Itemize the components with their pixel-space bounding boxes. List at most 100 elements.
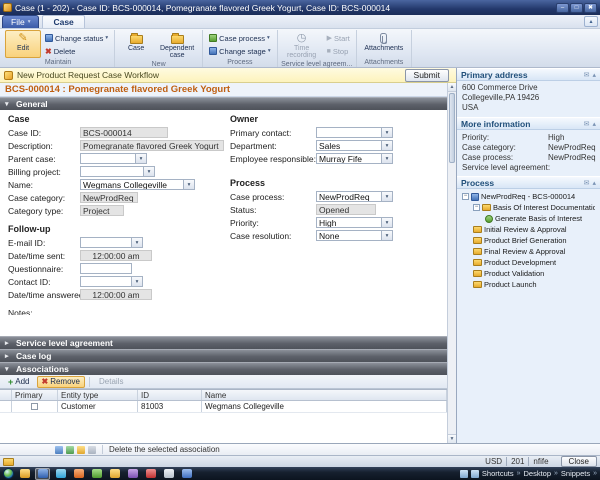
primary-contact-dropdown-icon[interactable]: ▾	[382, 127, 393, 138]
case-process-field[interactable]: NewProdReq	[316, 191, 382, 202]
case-category-field[interactable]: NewProdReq	[80, 192, 138, 203]
tray-icon-1[interactable]	[459, 469, 468, 478]
tree-collapse-icon[interactable]: −	[462, 193, 469, 200]
chevron-icon[interactable]: »	[593, 470, 597, 477]
mail-icon[interactable]: ✉	[584, 120, 590, 128]
section-header-general[interactable]: ▾ General	[0, 97, 447, 110]
stop-button[interactable]: ■ Stop	[324, 45, 353, 57]
tree-item[interactable]: Product Launch	[462, 279, 595, 290]
department-dropdown-icon[interactable]: ▾	[382, 140, 393, 151]
tray-icon-2[interactable]	[470, 469, 479, 478]
tree-item[interactable]: Initial Review & Approval	[462, 224, 595, 235]
taskbar-app-icon-10[interactable]	[179, 468, 194, 480]
email-id-dropdown-icon[interactable]: ▾	[132, 237, 143, 248]
collapse-panel-icon[interactable]: ▴	[592, 179, 596, 187]
section-header-sla[interactable]: ▸ Service level agreement	[0, 336, 447, 349]
panel-header-more-information[interactable]: More information ✉ ▴	[457, 117, 600, 130]
ribbon-toggle-icon[interactable]: ▴	[584, 16, 598, 27]
taskbar-app-icon-6[interactable]	[107, 468, 122, 480]
case-resolution-field[interactable]: None	[316, 230, 382, 241]
name-dropdown-icon[interactable]: ▾	[184, 179, 195, 190]
parent-case-dropdown-icon[interactable]: ▾	[136, 153, 147, 164]
priority-dropdown-icon[interactable]: ▾	[382, 217, 393, 228]
dependent-case-button[interactable]: Dependent case	[155, 30, 199, 60]
column-header-name[interactable]: Name	[202, 390, 447, 400]
taskbar-app-icon-4[interactable]	[71, 468, 86, 480]
employee-responsible-dropdown-icon[interactable]: ▾	[382, 153, 393, 164]
delete-button[interactable]: ✖ Delete	[42, 45, 111, 57]
change-status-button[interactable]: Change status ▾	[42, 32, 111, 44]
vertical-scrollbar[interactable]: ▲ ▼	[447, 83, 456, 443]
case-resolution-dropdown-icon[interactable]: ▾	[382, 230, 393, 241]
taskbar-app-icon-9[interactable]	[161, 468, 176, 480]
primary-contact-field[interactable]	[316, 127, 382, 138]
name-field[interactable]: Wegmans Collegeville	[80, 179, 184, 190]
new-case-button[interactable]: Case	[118, 30, 154, 60]
tree-item[interactable]: Generate Basis of Interest	[462, 213, 595, 224]
tree-item[interactable]: Final Review & Approval	[462, 246, 595, 257]
scroll-up-icon[interactable]: ▲	[448, 83, 456, 92]
start-button[interactable]: ▶ Start	[324, 32, 353, 44]
toolbar-snippets[interactable]: Snippets	[561, 469, 590, 478]
collapse-panel-icon[interactable]: ▴	[592, 120, 596, 128]
minimize-button[interactable]: –	[556, 2, 569, 13]
toolbar-desktop[interactable]: Desktop	[523, 469, 551, 478]
tree-collapse-icon[interactable]: −	[473, 204, 480, 211]
panel-header-process[interactable]: Process ✉ ▴	[457, 176, 600, 189]
section-header-associations[interactable]: ▾ Associations	[0, 362, 447, 375]
taskbar-app-icon-2[interactable]	[35, 467, 50, 480]
tab-case[interactable]: Case	[42, 15, 85, 28]
datetime-sent-field[interactable]: 12:00:00 am	[80, 250, 152, 261]
case-process-dropdown-icon[interactable]: ▾	[382, 191, 393, 202]
column-header-id[interactable]: ID	[138, 390, 202, 400]
status-field[interactable]: Opened	[316, 204, 376, 215]
questionnaire-field[interactable]	[80, 263, 132, 274]
file-menu-button[interactable]: File ▾	[2, 15, 40, 28]
section-header-case-log[interactable]: ▸ Case log	[0, 349, 447, 362]
collapse-panel-icon[interactable]: ▴	[592, 71, 596, 79]
taskbar-app-icon-5[interactable]	[89, 468, 104, 480]
priority-field[interactable]: High	[316, 217, 382, 228]
edit-button[interactable]: ✎ Edit	[5, 30, 41, 58]
details-button[interactable]: Details	[94, 376, 128, 388]
tree-item[interactable]: Product Validation	[462, 268, 595, 279]
scroll-down-icon[interactable]: ▼	[448, 434, 456, 443]
mail-icon[interactable]: ✉	[584, 71, 590, 79]
time-recording-button[interactable]: ◷ Time recording	[281, 30, 323, 60]
billing-project-field[interactable]	[80, 166, 144, 177]
chevron-icon[interactable]: »	[554, 470, 558, 477]
table-row[interactable]: Customer 81003 Wegmans Collegeville	[0, 401, 447, 413]
primary-checkbox[interactable]	[31, 403, 38, 410]
tree-item[interactable]: − Basis Of Interest Documentation	[462, 202, 595, 213]
toolbar-shortcuts[interactable]: Shortcuts	[482, 469, 514, 478]
tree-item[interactable]: Product Brief Generation	[462, 235, 595, 246]
mail-icon[interactable]: ✉	[584, 179, 590, 187]
change-stage-button[interactable]: Change stage ▾	[206, 45, 273, 57]
contact-id-dropdown-icon[interactable]: ▾	[132, 276, 143, 287]
remove-button[interactable]: ✖ Remove	[36, 375, 85, 388]
chevron-icon[interactable]: »	[517, 470, 521, 477]
add-button[interactable]: + Add	[3, 376, 35, 388]
column-header-primary[interactable]: Primary	[12, 390, 58, 400]
case-process-button[interactable]: Case process ▾	[206, 32, 273, 44]
attachments-button[interactable]: Attachments	[360, 30, 408, 58]
submit-button[interactable]: Submit	[404, 68, 449, 82]
description-field[interactable]: Pomegranate flavored Greek Yogurt	[80, 140, 224, 151]
close-window-button[interactable]: ✖	[584, 2, 597, 13]
datetime-answered-field[interactable]: 12:00:00 am	[80, 289, 152, 300]
taskbar-app-icon-7[interactable]	[125, 468, 140, 480]
tree-root[interactable]: − NewProdReq - BCS-000014	[462, 191, 595, 202]
category-type-field[interactable]: Project	[80, 205, 124, 216]
billing-project-dropdown-icon[interactable]: ▾	[144, 166, 155, 177]
close-button[interactable]: Close	[560, 456, 597, 467]
case-id-field[interactable]: BCS-000014	[80, 127, 168, 138]
tree-item[interactable]: Product Development	[462, 257, 595, 268]
taskbar-app-icon-3[interactable]	[53, 468, 68, 480]
email-id-field[interactable]	[80, 237, 132, 248]
taskbar-app-icon-1[interactable]	[17, 468, 32, 480]
start-button[interactable]	[3, 468, 14, 479]
parent-case-field[interactable]	[80, 153, 136, 164]
panel-header-primary-address[interactable]: Primary address ✉ ▴	[457, 68, 600, 81]
maximize-button[interactable]: □	[570, 2, 583, 13]
scrollbar-thumb[interactable]	[449, 93, 455, 163]
